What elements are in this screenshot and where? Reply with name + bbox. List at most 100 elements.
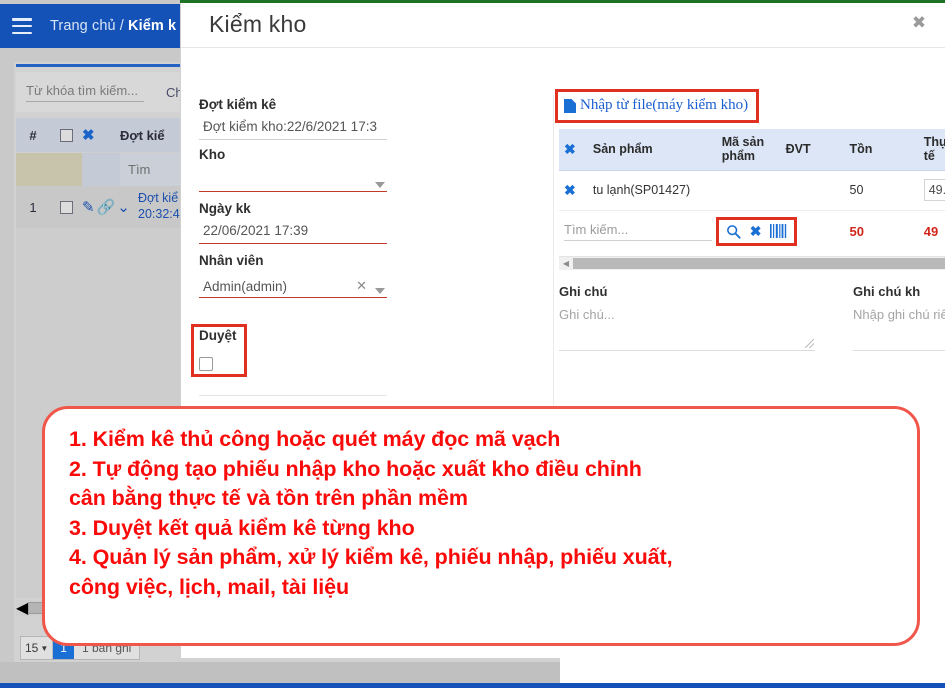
file-icon [564,98,576,113]
delete-icon[interactable]: ✖ [82,126,120,144]
search-icon[interactable] [726,224,741,239]
field-nhan-vien: Nhân viên Admin(admin) ✕ [199,253,387,298]
field-ngay-kk: Ngày kk 22/06/2021 17:39 [199,201,387,244]
row-action-icons[interactable]: ✎ 🔗 ⌄ [82,198,138,216]
column-header-index: # [29,127,37,143]
label-dot-kiem-ke: Đợt kiểm kê [199,97,277,112]
breadcrumb: Trang chủ / Kiểm k [50,18,176,34]
scroll-left-arrow[interactable]: ◀ [16,598,28,618]
ghi-chu-kh-textarea[interactable]: Nhập ghi chú riêng kh... [853,305,945,351]
search-actions-highlight: ✖ [715,216,798,246]
label-duyet: Duyệt [199,328,237,343]
inventory-table: ✖ Sản phẩm Mã sản phẩm ĐVT Tồn Thực tế C… [559,129,945,254]
notes-section: Ghi chú Ghi chú... Ghi chú kh Nhập ghi c… [559,284,945,351]
field-dot-kiem-ke: Đợt kiểm kê Đợt kiểm kho:22/6/2021 17:3 [199,97,387,140]
select-kho[interactable] [199,166,387,192]
chevron-down-icon[interactable]: ⌄ [117,198,130,216]
x-icon[interactable]: ✖ [564,182,576,198]
duyet-checkbox[interactable] [199,357,213,371]
label-ghi-chu-kh: Ghi chú kh [853,283,921,299]
form-divider [199,395,387,396]
field-ghi-chu-kh: Ghi chú kh Nhập ghi chú riêng kh... [853,284,945,351]
column-header-actual: Thực tế [918,129,945,171]
table-search-row: Tìm kiếm... ✖ 50 49 [559,210,945,254]
label-kho: Kho [199,147,226,162]
total-actual-value: 49 [923,223,939,239]
callout-line-6: công việc, lịch, mail, tài liệu [69,574,350,599]
ghi-chu-placeholder: Ghi chú... [559,306,615,322]
scrollbar-thumb[interactable] [573,257,945,269]
import-from-file-link[interactable]: Nhập từ file(máy kiểm kho) [580,97,748,114]
breadcrumb-current: Kiểm k [128,18,177,34]
chevron-down-icon: ▼ [40,643,49,653]
ghi-chu-textarea[interactable]: Ghi chú... [559,305,815,351]
barcode-icon[interactable] [770,224,787,239]
select-nhan-vien-value: Admin(admin) [203,279,288,294]
cell-unit [780,170,845,211]
column-header-unit: ĐVT [780,129,845,171]
total-stock: 50 [844,210,919,254]
product-search-input[interactable]: Tìm kiếm... [564,222,712,241]
label-ghi-chu: Ghi chú [559,283,608,299]
label-nhan-vien: Nhân viên [199,253,264,268]
x-icon[interactable]: ✖ [564,141,576,157]
cell-actual[interactable]: 49.0 [918,170,945,211]
import-from-file-highlight: Nhập từ file(máy kiểm kho) [555,89,760,123]
link-icon[interactable]: 🔗 [97,198,116,216]
grid-horizontal-scrollbar[interactable]: ◀ ▶ [559,255,945,270]
modal-header: Kiểm kho ✖ [181,3,945,47]
inventory-form: Đợt kiểm kê Đợt kiểm kho:22/6/2021 17:3 … [199,97,387,305]
search-input[interactable]: Từ khóa tìm kiếm... [26,83,144,102]
background-bottom-strip [0,662,560,684]
column-separator [553,95,554,425]
scrollbar-track[interactable] [573,257,945,269]
row-checkbox[interactable] [50,200,82,214]
row-delete-cell[interactable]: ✖ [559,170,588,211]
chevron-down-icon [375,182,385,188]
column-header-delete[interactable]: ✖ [559,129,588,171]
column-header-product-code: Mã sản phẩm [716,129,781,171]
inventory-grid-panel: Nhập từ file(máy kiểm kho) ✖ Sản phẩm Mã… [555,89,945,351]
field-ghi-chu: Ghi chú Ghi chú... [559,284,815,351]
callout-line-5: 4. Quản lý sản phẩm, xử lý kiểm kê, phiế… [69,545,673,570]
cell-product: tu lạnh(SP01427) [587,170,717,211]
clear-x-icon[interactable]: ✖ [750,223,762,240]
callout-line-2: 2. Tự động tạo phiếu nhập kho hoặc xuất … [69,456,642,481]
modal-body: Đợt kiểm kê Đợt kiểm kho:22/6/2021 17:3 … [181,47,945,440]
callout-line-3: cân bằng thực tế và tồn trên phần mềm [69,486,468,511]
callout-line-1: 1. Kiểm kê thủ công hoặc quét máy đọc mã… [69,427,561,451]
clear-x-icon[interactable]: ✕ [356,278,367,294]
filter-cell-index [16,152,82,186]
actual-quantity-input[interactable]: 49.0 [923,179,945,202]
input-dot-kiem-ke[interactable]: Đợt kiểm kho:22/6/2021 17:3 [199,116,387,140]
field-kho: Kho [199,147,387,192]
hamburger-icon[interactable] [12,18,32,34]
cell-product-code [716,170,781,211]
edit-icon[interactable]: ✎ [82,198,95,216]
select-nhan-vien[interactable]: Admin(admin) ✕ [199,272,387,298]
resize-grip-icon[interactable] [805,338,814,348]
total-stock-value: 50 [849,223,864,239]
scroll-left-arrow[interactable]: ◀ [559,259,573,268]
breadcrumb-home[interactable]: Trang chủ / [50,18,124,34]
annotation-callout: 1. Kiểm kê thủ công hoặc quét máy đọc mã… [42,406,920,646]
page-size-value: 15 [25,641,39,655]
close-icon[interactable]: ✖ [907,11,931,35]
screenshot-root: Trang chủ / Kiểm k Từ khóa tìm kiếm... C… [0,0,945,688]
select-all-checkbox[interactable] [50,128,82,142]
input-ngay-kk[interactable]: 22/06/2021 17:39 [199,220,387,244]
filter-cell-actions [82,152,120,186]
ghi-chu-kh-placeholder: Nhập ghi chú riêng kh... [853,306,945,322]
search-icons-cell: ✖ [715,210,845,254]
search-cell[interactable]: Tìm kiếm... [559,210,717,254]
table-header-row: ✖ Sản phẩm Mã sản phẩm ĐVT Tồn Thực tế C… [559,129,945,171]
total-actual: 49 [918,210,945,254]
row-index: 1 [29,199,37,215]
column-header-stock: Tồn [844,129,919,171]
label-ngay-kk: Ngày kk [199,201,251,216]
page-size-select[interactable]: 15 ▼ [21,637,54,659]
table-row[interactable]: ✖ tu lạnh(SP01427) 50 49.0 -1 Ghi ch [559,170,945,211]
os-taskbar [0,683,945,688]
column-header-product: Sản phẩm [587,129,717,171]
chevron-down-icon [375,288,385,294]
